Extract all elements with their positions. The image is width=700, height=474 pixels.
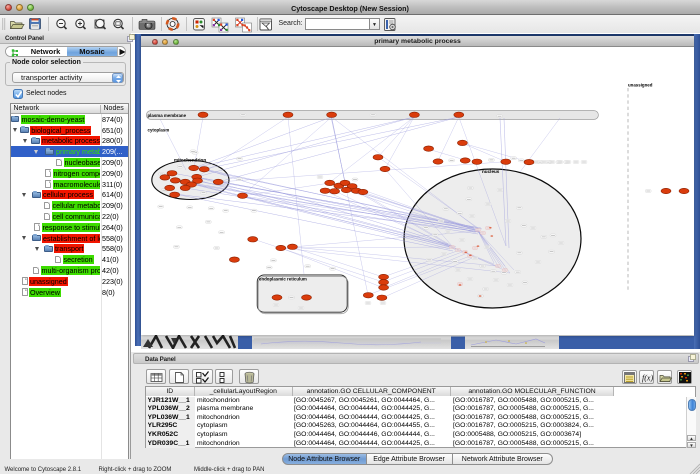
svg-text:endoplasmic reticulum: endoplasmic reticulum: [259, 277, 307, 282]
svg-text:unassigned: unassigned: [628, 83, 653, 88]
svg-text:cytoplasm: cytoplasm: [148, 128, 170, 133]
svg-text:nucleus: nucleus: [482, 169, 500, 174]
svg-text:f(x): f(x): [642, 374, 653, 383]
svg-text:plasma membrane: plasma membrane: [148, 113, 187, 118]
svg-text:mitochondrion: mitochondrion: [174, 158, 206, 163]
